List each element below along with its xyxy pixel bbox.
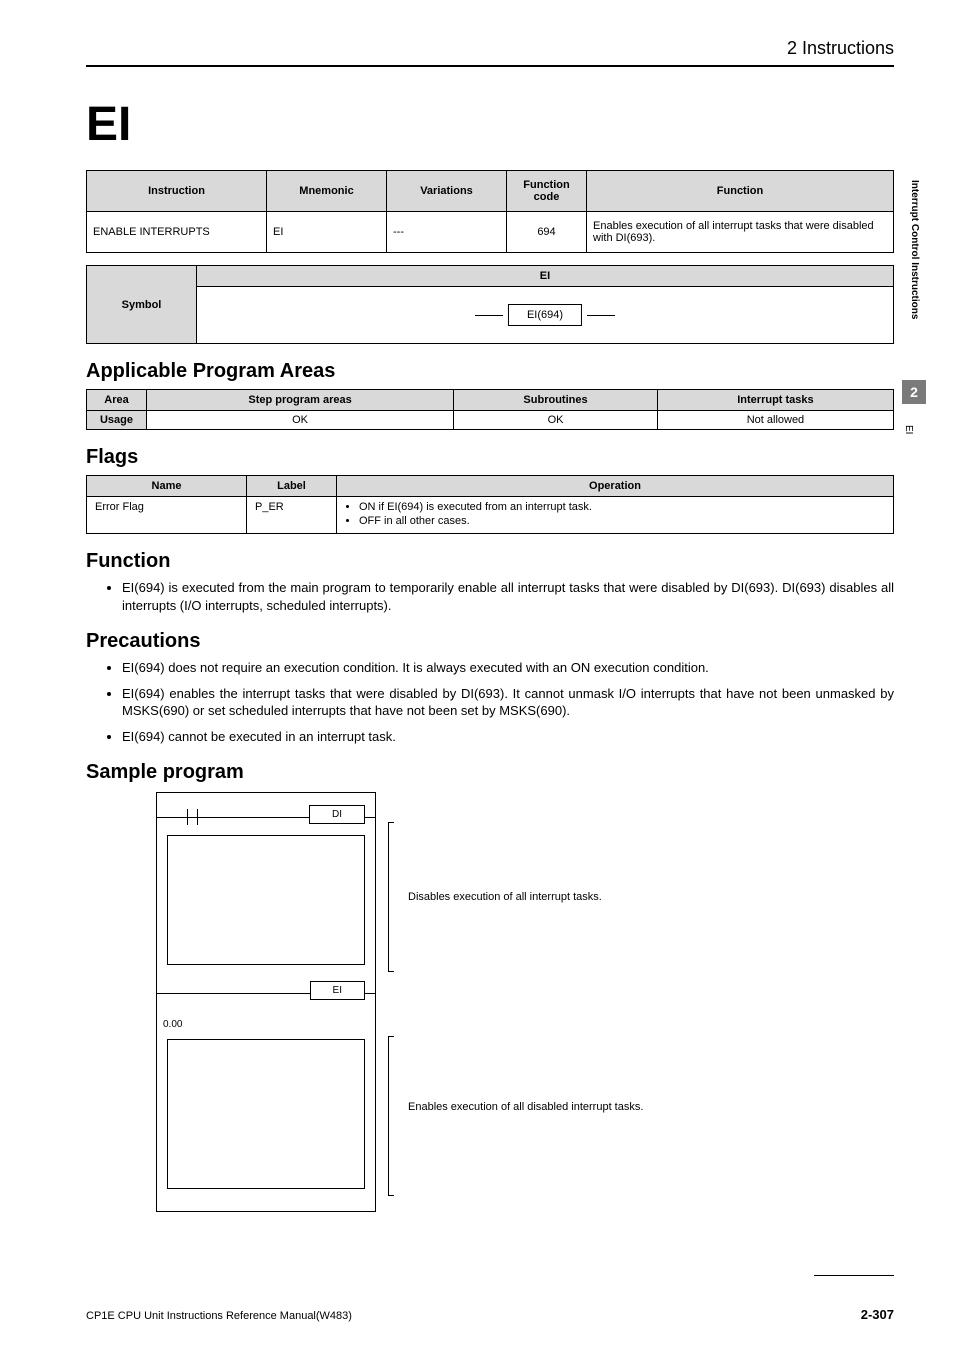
page-title: EI: [86, 97, 894, 152]
section-number-box: 2: [902, 380, 926, 404]
function-heading: Function: [86, 550, 894, 573]
td-sub: OK: [454, 411, 658, 430]
flag-op-item: ON if EI(694) is executed from an interr…: [359, 501, 885, 513]
di-box: DI: [309, 805, 365, 824]
applicable-heading: Applicable Program Areas: [86, 360, 894, 383]
td-flag-label: P_ER: [247, 497, 337, 534]
th-flag-label: Label: [247, 476, 337, 497]
top-rule: [86, 65, 894, 67]
symbol-lead-right: [587, 315, 615, 316]
td-usage-label: Usage: [87, 411, 147, 430]
side-tab-ei: EI: [903, 425, 914, 434]
instruction-table: Instruction Mnemonic Variations Function…: [86, 170, 894, 253]
td-flag-name: Error Flag: [87, 497, 247, 534]
ladder-frame: DI EI 0.00: [156, 792, 376, 1212]
inner-block: [167, 1039, 365, 1189]
symbol-cell: EI(694): [201, 291, 889, 339]
td-function: Enables execution of all interrupt tasks…: [587, 212, 894, 253]
list-item: EI(694) is executed from the main progra…: [122, 579, 894, 614]
contact-bar: [187, 809, 188, 825]
th-area: Area: [87, 390, 147, 411]
symbol-ei-box: EI(694): [508, 304, 582, 326]
page-footer: CP1E CPU Unit Instructions Reference Man…: [86, 1307, 894, 1322]
td-instruction: ENABLE INTERRUPTS: [87, 212, 267, 253]
list-item: EI(694) cannot be executed in an interru…: [122, 728, 894, 746]
td-mnemonic: EI: [267, 212, 387, 253]
list-item: EI(694) enables the interrupt tasks that…: [122, 685, 894, 720]
th-variations: Variations: [387, 171, 507, 212]
footer-rule: [814, 1275, 894, 1276]
table-row: Usage OK OK Not allowed: [87, 411, 894, 430]
bracket-icon: [388, 822, 394, 972]
breadcrumb: 2 Instructions: [86, 38, 894, 59]
symbol-col-label: EI: [197, 266, 894, 287]
sample-heading: Sample program: [86, 761, 894, 784]
contact-bar: [197, 809, 198, 825]
td-flag-op: ON if EI(694) is executed from an interr…: [337, 497, 894, 534]
footer-page-number: 2-307: [861, 1307, 894, 1322]
th-flag-name: Name: [87, 476, 247, 497]
th-func-code: Function code: [507, 171, 587, 212]
th-instruction: Instruction: [87, 171, 267, 212]
diagram-caption: Enables execution of all disabled interr…: [408, 1100, 668, 1115]
flag-op-item: OFF in all other cases.: [359, 515, 885, 527]
diagram-caption: Disables execution of all interrupt task…: [408, 890, 668, 905]
flags-heading: Flags: [86, 446, 894, 469]
th-sub: Subroutines: [454, 390, 658, 411]
precautions-list: EI(694) does not require an execution co…: [122, 659, 894, 745]
flags-table: Name Label Operation Error Flag P_ER ON …: [86, 475, 894, 534]
symbol-table: Symbol EI EI(694): [86, 265, 894, 344]
function-list: EI(694) is executed from the main progra…: [122, 579, 894, 614]
td-step: OK: [147, 411, 454, 430]
th-function: Function: [587, 171, 894, 212]
bracket-icon: [388, 1036, 394, 1196]
th-flag-operation: Operation: [337, 476, 894, 497]
td-intr: Not allowed: [657, 411, 893, 430]
symbol-row-label: Symbol: [87, 266, 197, 344]
td-variations: ---: [387, 212, 507, 253]
th-step: Step program areas: [147, 390, 454, 411]
symbol-lead-left: [475, 315, 503, 316]
th-mnemonic: Mnemonic: [267, 171, 387, 212]
footer-manual: CP1E CPU Unit Instructions Reference Man…: [86, 1310, 352, 1322]
td-func-code: 694: [507, 212, 587, 253]
side-tab-label: Interrupt Control Instructions: [909, 180, 920, 319]
precautions-heading: Precautions: [86, 630, 894, 653]
th-intr: Interrupt tasks: [657, 390, 893, 411]
address-label: 0.00: [163, 1019, 182, 1030]
ei-box: EI: [310, 981, 365, 1000]
sample-diagram: DI EI 0.00 Disables execution of all int…: [156, 792, 894, 1222]
list-item: EI(694) does not require an execution co…: [122, 659, 894, 677]
table-row: Error Flag P_ER ON if EI(694) is execute…: [87, 497, 894, 534]
inner-block: [167, 835, 365, 965]
area-table: Area Step program areas Subroutines Inte…: [86, 389, 894, 430]
table-row: ENABLE INTERRUPTS EI --- 694 Enables exe…: [87, 212, 894, 253]
